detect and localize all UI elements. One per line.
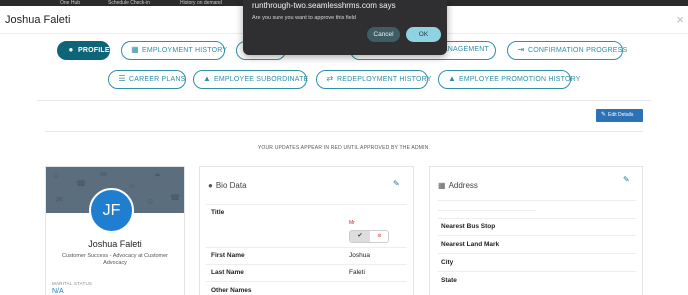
marital-status-label: MARITAL STATUS xyxy=(52,281,93,286)
confirm-dialog: runthrough-two.seamlesshrms.com says Are… xyxy=(243,0,447,55)
tab-label: REDEPLOYMENT HISTORY xyxy=(337,76,432,83)
divider xyxy=(206,281,407,282)
approval-notice: YOUR UPDATES APPEAR IN RED UNTIL APPROVE… xyxy=(257,145,431,151)
exchange-icon: ⇄ xyxy=(326,74,334,83)
state-label: State xyxy=(441,277,457,284)
first-name-label: First Name xyxy=(211,252,245,259)
tab-confirmation-progress[interactable]: ⇥ CONFIRMATION PROGRESS xyxy=(507,41,627,60)
bank-icon: ▲ xyxy=(447,74,457,83)
edit-pencil-icon[interactable]: ✎ xyxy=(623,175,630,184)
title-label: Title xyxy=(211,209,225,216)
tab-label: CAREER PLANS xyxy=(129,76,186,83)
dialog-cancel-button[interactable]: Cancel xyxy=(367,27,400,42)
profile-name: Joshua Faleti xyxy=(88,239,142,249)
title-pending-value: Mr xyxy=(349,220,355,226)
last-name-label: Last Name xyxy=(211,269,244,276)
page-title: Joshua Faleti xyxy=(5,14,71,26)
tab-profile[interactable]: ● PROFILE xyxy=(57,41,110,60)
bio-data-card: ● Bio Data ✎ Title Mr ✔ ⊘ First Name Josh… xyxy=(199,166,414,295)
divider xyxy=(438,235,636,236)
sign-in-icon: ⇥ xyxy=(517,45,525,54)
divider xyxy=(438,218,636,219)
tab-employee-subordinate[interactable]: ▲ EMPLOYEE SUBORDINATE xyxy=(193,70,309,89)
marital-status-value: N/A xyxy=(52,288,64,295)
divider xyxy=(206,247,407,248)
last-name-value: Faleti xyxy=(349,269,365,276)
divider xyxy=(45,131,643,132)
nearest-land-mark-label: Nearest Land Mark xyxy=(441,241,500,248)
divider xyxy=(206,204,407,205)
nearest-bus-stop-label: Nearest Bus Stop xyxy=(441,223,496,230)
other-names-label: Other Names xyxy=(211,287,252,294)
edit-icon: ✎ xyxy=(601,112,607,118)
divider xyxy=(37,100,651,101)
user-icon: ● xyxy=(208,181,213,190)
approval-toggle: ✔ ⊘ xyxy=(349,230,389,243)
dialog-ok-button[interactable]: OK xyxy=(406,27,441,42)
edit-details-button[interactable]: ✎ Edit Details xyxy=(596,109,643,122)
tab-label: EMPLOYEE PROMOTION HISTORY xyxy=(459,76,581,83)
close-icon[interactable]: × xyxy=(676,12,684,27)
address-title: Address xyxy=(448,181,478,190)
edit-details-label: Edit Details xyxy=(608,112,634,118)
reject-button[interactable]: ⊘ xyxy=(370,231,388,242)
dialog-title: runthrough-two.seamlesshrms.com says xyxy=(252,1,396,10)
profile-role: Customer Success - Advocacy at Customer … xyxy=(61,253,169,266)
tab-label: EMPLOYMENT HISTORY xyxy=(142,47,228,54)
dialog-message: Are you sure you want to approve this fi… xyxy=(252,15,356,21)
tab-redeployment-history[interactable]: ⇄ REDEPLOYMENT HISTORY xyxy=(316,70,431,89)
divider xyxy=(438,210,536,211)
divider xyxy=(206,264,407,265)
list-icon: ☰ xyxy=(118,74,126,83)
bio-data-title: Bio Data xyxy=(215,181,247,190)
profile-card: ☺ ☎ ✉ ☼ ☂ ☎ ✉ ☺ JF Joshua Faleti Customer Su… xyxy=(45,166,185,295)
avatar: JF xyxy=(89,188,134,233)
address-heading: ▦ Address xyxy=(438,181,478,190)
tab-career-plans[interactable]: ☰ CAREER PLANS xyxy=(108,70,186,89)
first-name-value: Joshua xyxy=(349,252,370,259)
bank-icon: ▲ xyxy=(202,74,212,83)
map-icon: ▦ xyxy=(438,181,446,190)
divider xyxy=(438,253,636,254)
city-label: City xyxy=(441,259,454,266)
bio-data-heading: ● Bio Data xyxy=(208,181,247,190)
divider xyxy=(438,271,636,272)
approve-button[interactable]: ✔ xyxy=(350,231,370,242)
user-icon: ● xyxy=(68,45,74,54)
tab-label: EMPLOYEE SUBORDINATE xyxy=(214,76,309,83)
edit-pencil-icon[interactable]: ✎ xyxy=(393,179,400,188)
tab-label: PROFILE xyxy=(78,47,110,54)
tab-employee-promotion-history[interactable]: ▲ EMPLOYEE PROMOTION HISTORY xyxy=(438,70,580,89)
address-card: ▦ Address ✎ Nearest Bus Stop Nearest Land… xyxy=(429,166,643,295)
divider xyxy=(438,200,636,201)
tab-employment-history[interactable]: ▦ EMPLOYMENT HISTORY xyxy=(121,41,228,60)
id-card-icon: ▦ xyxy=(131,45,139,54)
tab-label: CONFIRMATION PROGRESS xyxy=(528,47,628,54)
